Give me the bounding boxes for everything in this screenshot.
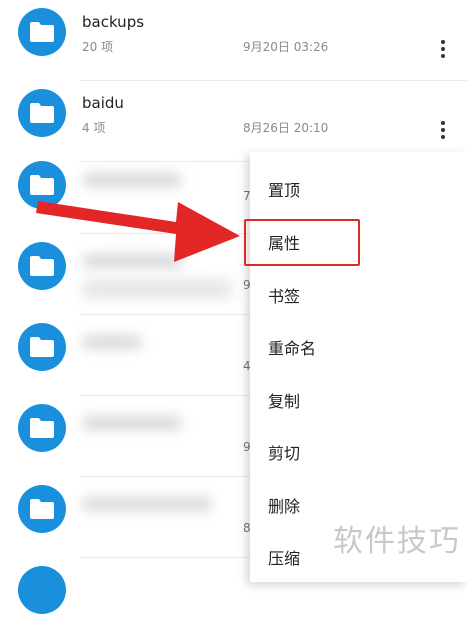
menu-item-label: 压缩 [268, 549, 301, 568]
menu-item-copy[interactable]: 复制 [250, 373, 467, 425]
file-name: baidu [82, 94, 124, 112]
menu-item-rename[interactable]: 重命名 [250, 320, 467, 372]
more-vertical-icon[interactable] [436, 40, 450, 62]
menu-item-properties[interactable]: 属性 [250, 215, 467, 267]
folder-icon [18, 404, 66, 452]
more-vertical-icon[interactable] [436, 121, 450, 143]
item-count: 20 项 [82, 40, 114, 54]
blurred-name [82, 416, 182, 430]
modified-date: 8月26日 20:10 [243, 121, 329, 135]
file-row-baidu[interactable]: baidu 4 项 8月26日 20:10 [0, 81, 467, 162]
blurred-name [82, 335, 142, 349]
blurred-name [82, 254, 182, 268]
blurred-name [82, 173, 182, 187]
folder-icon [18, 89, 66, 137]
blurred-name [82, 497, 212, 511]
menu-item-pin[interactable]: 置顶 [250, 162, 467, 214]
menu-item-bookmark[interactable]: 书签 [250, 268, 467, 320]
folder-icon [18, 242, 66, 290]
folder-icon [18, 8, 66, 56]
menu-item-label: 删除 [268, 497, 301, 516]
folder-icon [18, 323, 66, 371]
menu-item-label: 重命名 [268, 339, 317, 358]
folder-icon [18, 485, 66, 533]
menu-item-label: 复制 [268, 392, 301, 411]
folder-icon [18, 161, 66, 209]
menu-item-label: 置顶 [268, 181, 301, 200]
menu-item-cut[interactable]: 剪切 [250, 425, 467, 477]
folder-icon [18, 566, 66, 614]
menu-item-label: 剪切 [268, 444, 301, 463]
modified-date: 9月20日 03:26 [243, 40, 329, 54]
file-name: backups [82, 13, 145, 31]
watermark: 软件技巧 [333, 524, 461, 559]
item-count: 4 项 [82, 121, 106, 135]
file-row-backups[interactable]: backups 20 项 9月20日 03:26 [0, 0, 467, 81]
blurred-meta [82, 280, 232, 298]
menu-item-label: 属性 [268, 234, 301, 253]
menu-item-label: 书签 [268, 287, 301, 306]
